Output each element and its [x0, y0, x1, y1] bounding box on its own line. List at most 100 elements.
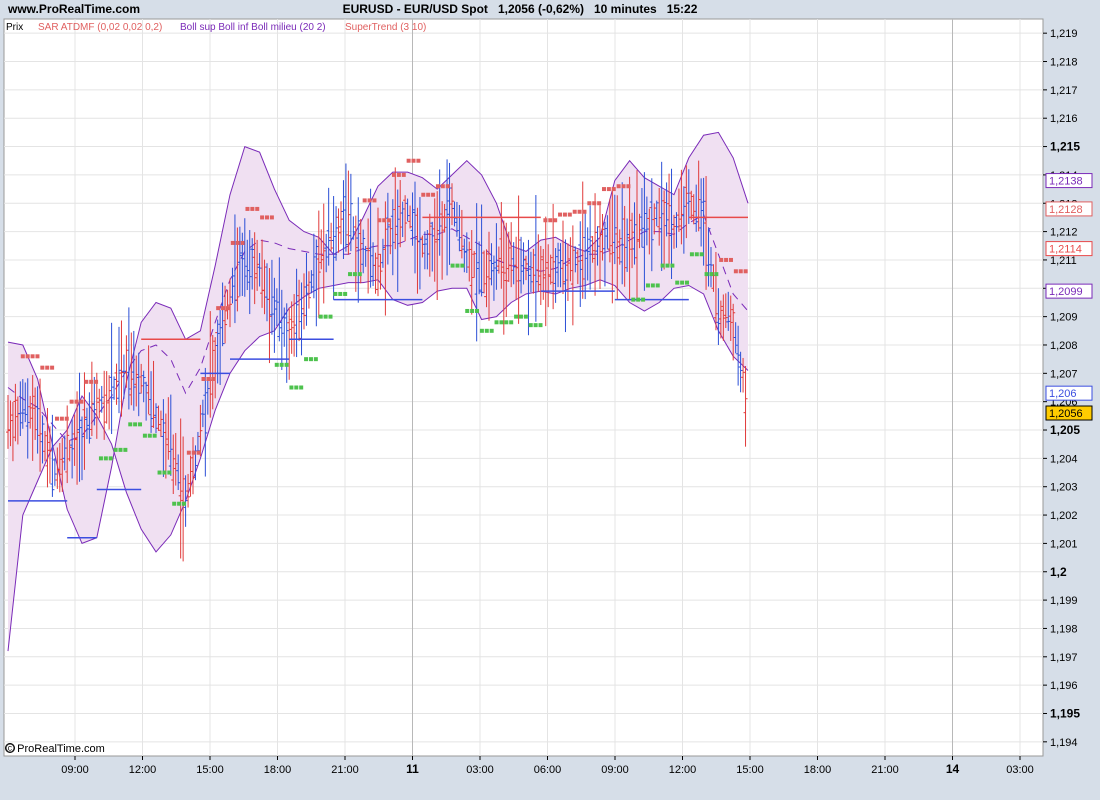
sar-dot-red — [196, 450, 201, 455]
sar-dot-green — [343, 291, 348, 296]
price-flag-label: 1,2056 — [1049, 408, 1083, 420]
sar-dot-green — [514, 314, 519, 319]
sar-dot-red — [30, 354, 35, 359]
sar-dot-green — [450, 263, 455, 268]
sar-dot-green — [142, 433, 147, 438]
x-tick-label: 21:00 — [331, 764, 359, 776]
sar-dot-green — [475, 308, 480, 313]
sar-dot-green — [504, 320, 509, 325]
sar-dot-green — [323, 314, 328, 319]
x-axis[interactable]: 09:00 12:00 15:00 18:00 21:00 11 03:00 06:00 09:… — [61, 756, 1034, 776]
sar-dot-green — [479, 328, 484, 333]
sar-dot-red — [387, 218, 392, 223]
sar-dot-green — [181, 501, 186, 506]
sar-dot-green — [680, 280, 685, 285]
sar-dot-red — [553, 218, 558, 223]
sar-dot-red — [260, 215, 265, 220]
x-tick-label: 12:00 — [669, 764, 697, 776]
sar-dot-red — [567, 212, 572, 217]
y-tick-label: 1,219 — [1050, 28, 1078, 40]
sar-dot-red — [616, 184, 621, 189]
x-tick-label: 18:00 — [804, 764, 832, 776]
sar-dot-green — [98, 456, 103, 461]
sar-dot-green — [294, 385, 299, 390]
sar-dot-red — [440, 184, 445, 189]
legend-panel: Prix — [6, 22, 23, 33]
sar-dot-red — [54, 416, 59, 421]
sar-dot-red — [431, 192, 436, 197]
sar-dot-red — [186, 450, 191, 455]
price-flag-label: 1,2099 — [1049, 286, 1083, 298]
sar-dot-green — [162, 470, 167, 475]
price-flag-label: 1,2138 — [1049, 176, 1083, 188]
sar-dot-red — [20, 354, 25, 359]
sar-dot-green — [709, 272, 714, 277]
price-flags: 1,2138 1,2128 1,2114 1,2099 1,206 1,2056 — [1045, 173, 1093, 421]
sar-dot-green — [499, 320, 504, 325]
x-tick-label: 12:00 — [129, 764, 157, 776]
legend-supertrend[interactable]: SuperTrend (3 10) — [345, 22, 426, 33]
sar-dot-green — [333, 291, 338, 296]
price-chart[interactable]: 1,2191,2181,2171,2161,2151,2141,2131,212… — [0, 0, 1100, 800]
sar-dot-red — [401, 172, 406, 177]
sar-dot-red — [225, 306, 230, 311]
y-tick-label: 1,205 — [1050, 423, 1080, 437]
sar-dot-green — [645, 283, 650, 288]
sar-dot-red — [84, 379, 89, 384]
sar-dot-red — [221, 306, 226, 311]
sar-dot-green — [470, 308, 475, 313]
sar-dot-green — [689, 252, 694, 257]
sar-dot-red — [416, 158, 421, 163]
sar-dot-green — [152, 433, 157, 438]
sar-dot-red — [592, 201, 597, 206]
sar-dot-green — [172, 501, 177, 506]
x-tick-label: 03:00 — [466, 764, 494, 776]
sar-dot-red — [240, 240, 245, 245]
sar-dot-red — [79, 399, 84, 404]
sar-dot-red — [406, 158, 411, 163]
sar-dot-green — [455, 263, 460, 268]
x-tick-label: 14 — [946, 762, 960, 776]
sar-dot-green — [655, 283, 660, 288]
sar-dot-green — [631, 297, 636, 302]
sar-dot-red — [265, 215, 269, 220]
sar-dot-green — [685, 280, 690, 285]
x-tick-label: 03:00 — [1006, 764, 1034, 776]
sar-dot-red — [59, 416, 64, 421]
y-tick-label: 1,209 — [1050, 312, 1078, 324]
sar-dot-red — [562, 212, 567, 217]
sar-dot-red — [435, 184, 440, 189]
x-tick-label: 18:00 — [264, 764, 292, 776]
x-tick-label: 06:00 — [534, 764, 562, 776]
legend-sar[interactable]: SAR ATDMF (0,02 0,02 0,2) — [38, 22, 162, 33]
sar-dot-red — [733, 269, 738, 274]
sar-dot-green — [636, 297, 641, 302]
y-tick-label: 1,208 — [1050, 340, 1078, 352]
sar-dot-green — [113, 447, 118, 452]
sar-dot-green — [494, 320, 499, 325]
sar-dot-red — [230, 240, 235, 245]
sar-dot-green — [694, 252, 699, 257]
sar-dot-red — [211, 376, 216, 381]
sar-dot-green — [509, 320, 514, 325]
sar-dot-red — [601, 187, 606, 192]
sar-dot-green — [357, 272, 362, 277]
x-tick-label: 09:00 — [601, 764, 629, 776]
sar-dot-red — [25, 354, 30, 359]
sar-dot-red — [543, 218, 548, 223]
sar-dot-red — [621, 184, 626, 189]
sar-dot-green — [338, 291, 343, 296]
sar-dot-red — [626, 184, 631, 189]
legend-boll[interactable]: Boll sup Boll inf Boll milieu (20 2) — [180, 22, 326, 33]
y-tick-label: 1,196 — [1050, 680, 1078, 692]
x-tick-label: 21:00 — [871, 764, 899, 776]
sar-dot-red — [728, 257, 733, 262]
price-flag-label: 1,206 — [1049, 388, 1077, 400]
x-tick-label: 09:00 — [61, 764, 89, 776]
sar-dot-green — [274, 362, 279, 367]
sar-dot-red — [372, 198, 377, 203]
sar-dot-green — [665, 263, 670, 268]
sar-dot-red — [391, 172, 396, 177]
sar-dot-green — [118, 447, 123, 452]
sar-dot-red — [411, 158, 416, 163]
